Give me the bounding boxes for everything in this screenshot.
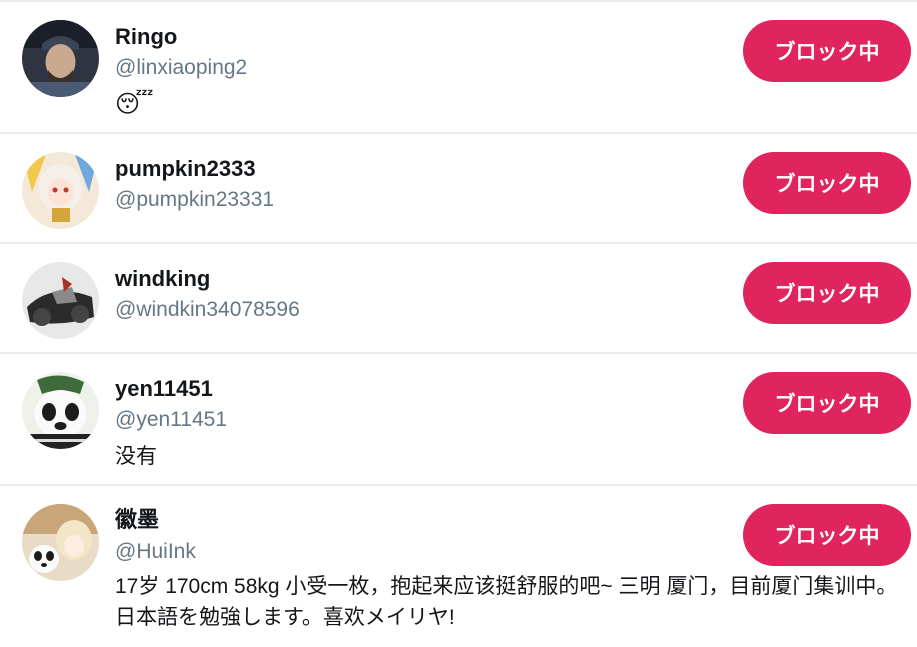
user-name[interactable]: pumpkin2333 <box>115 155 256 183</box>
blocked-users-list: Ringo @linxiaoping2 😴 ブロック中 pumpkin2333 … <box>0 0 917 647</box>
blocked-button[interactable]: ブロック中 <box>743 20 911 82</box>
user-row[interactable]: yen11451 @yen11451 没有 ブロック中 <box>0 354 917 486</box>
user-bio: 17岁 170cm 58kg 小受一枚，抱起来应该挺舒服的吧~ 三明 厦门，目前… <box>115 575 898 629</box>
user-bio: 没有 <box>115 445 157 468</box>
user-name[interactable]: yen11451 <box>115 375 213 403</box>
user-row[interactable]: pumpkin2333 @pumpkin23331 ブロック中 <box>0 134 917 244</box>
avatar[interactable] <box>22 20 99 97</box>
blocked-button[interactable]: ブロック中 <box>743 262 911 324</box>
user-handle[interactable]: @pumpkin23331 <box>115 186 274 214</box>
user-name[interactable]: 徽墨 <box>115 506 159 534</box>
user-name[interactable]: Ringo <box>115 23 177 51</box>
avatar[interactable] <box>22 152 99 229</box>
user-row[interactable]: 徽墨 @HuiInk 17岁 170cm 58kg 小受一枚，抱起来应该挺舒服的… <box>0 486 917 645</box>
user-handle[interactable]: @yen11451 <box>115 406 227 434</box>
blocked-button[interactable]: ブロック中 <box>743 152 911 214</box>
avatar[interactable] <box>22 504 99 581</box>
user-name[interactable]: windking <box>115 265 210 293</box>
blocked-button[interactable]: ブロック中 <box>743 504 911 566</box>
avatar[interactable] <box>22 262 99 339</box>
user-handle[interactable]: @linxiaoping2 <box>115 54 247 82</box>
blocked-button[interactable]: ブロック中 <box>743 372 911 434</box>
avatar[interactable] <box>22 372 99 449</box>
user-bio: 😴 <box>115 91 154 118</box>
user-handle[interactable]: @HuiInk <box>115 538 196 566</box>
user-handle[interactable]: @windkin34078596 <box>115 296 300 324</box>
user-row[interactable]: windking @windkin34078596 ブロック中 <box>0 244 917 354</box>
user-row[interactable]: Ringo @linxiaoping2 😴 ブロック中 <box>0 2 917 134</box>
